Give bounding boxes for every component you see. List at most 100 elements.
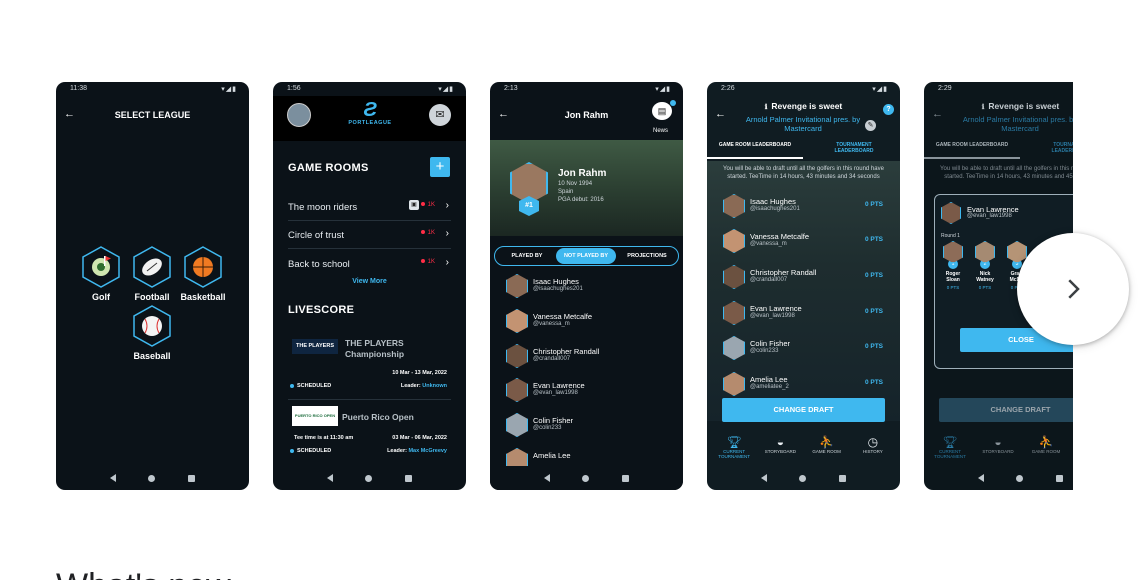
nav-recents-icon[interactable] (1055, 474, 1063, 482)
nav-home-icon[interactable] (799, 474, 807, 482)
golfer-points: 0 PTS (978, 285, 992, 290)
leaderboard-row[interactable]: Evan Lawrence @evan_law1998 0 PTS (723, 301, 883, 333)
nav-recents-icon[interactable] (404, 474, 412, 482)
baseball-icon[interactable] (133, 305, 171, 347)
list-item[interactable]: Isaac Hughes @isaachughes201 (506, 274, 666, 306)
game-room-item[interactable]: The moon riders ▣ 1K › (288, 193, 451, 221)
user-points: 0 PTS (864, 343, 883, 350)
android-nav-bar (490, 466, 683, 490)
screenshot-strip[interactable]: 11:38 ▾◢▮ ← SELECT LEAGUE Golf Football B… (56, 82, 1073, 490)
tab-storyboard[interactable]: ◒ STORYBOARD (760, 435, 800, 454)
nav-back-icon[interactable] (327, 474, 334, 482)
game-rooms-title: GAME ROOMS (288, 162, 369, 174)
carousel-next-button[interactable] (1017, 233, 1129, 345)
livescore-title: LIVESCORE (288, 304, 355, 316)
bottom-tab-bar: 🏆︎ CURRENT TOURNAMENT ◒ STORYBOARD ⛹ GAME R… (707, 429, 900, 463)
room-members: 1K (420, 259, 435, 265)
user-name: Amelia Lee (750, 375, 788, 384)
tab-tournament-leaderboard[interactable]: TOURNAMENT LEADERBOARD (823, 139, 885, 159)
round-label: Round 1 (941, 233, 960, 239)
filter-not-played-by[interactable]: NOT PLAYED BY (556, 248, 616, 264)
nav-recents-icon[interactable] (621, 474, 629, 482)
game-room-item[interactable]: Circle of trust 1K › (288, 221, 451, 249)
nav-home-icon[interactable] (1016, 474, 1024, 482)
event-leader: Leader: Unknown (400, 383, 447, 389)
nav-home-icon[interactable] (582, 474, 590, 482)
event-card[interactable]: PUERTO RICO OPEN Puerto Rico Open Tee ti… (288, 400, 451, 462)
info-icon: ℹ (981, 104, 985, 111)
view-more-link[interactable]: View More (273, 278, 466, 285)
mail-icon[interactable]: ✉ (429, 104, 451, 126)
avatar (506, 309, 528, 333)
cap-icon: ◒ (776, 435, 784, 449)
screenshot-player-profile[interactable]: 2:13 ▾◢▮ ← Jon Rahm ▤ News #1 Jon Rahm 10… (490, 82, 683, 490)
user-name: Amelia Lee (533, 451, 571, 460)
golfer-name: Roger Sloan (945, 271, 961, 283)
nav-home-icon[interactable] (365, 474, 373, 482)
section-heading: What's new (56, 567, 231, 580)
screenshot-leaderboard[interactable]: 2:26 ▾◢▮ ← ℹ Revenge is sweet ? Arnold Pal… (707, 82, 900, 490)
screenshot-select-league[interactable]: 11:38 ▾◢▮ ← SELECT LEAGUE Golf Football B… (56, 82, 249, 490)
status-bar: 2:26 ▾◢▮ (707, 82, 900, 96)
nav-recents-icon[interactable] (187, 474, 195, 482)
status-time: 2:29 (938, 85, 952, 92)
leaderboard-row[interactable]: Christopher Randall @crandall007 0 PTS (723, 265, 883, 297)
league-label-basketball: Basketball (180, 292, 226, 302)
tab-game-room-leaderboard[interactable]: GAME ROOM LEADERBOARD (707, 139, 803, 159)
tab-current-tournament[interactable]: 🏆︎ CURRENT TOURNAMENT (714, 435, 754, 459)
nav-back-icon[interactable] (978, 474, 985, 482)
event-card[interactable]: THE PLAYERS THE PLAYERS Championship 10 … (288, 330, 451, 400)
status-bar: 1:56 ▾◢▮ (273, 82, 466, 96)
tab-game-room[interactable]: ⛹ GAME ROOM (807, 435, 847, 454)
golf-icon[interactable] (82, 246, 120, 288)
nav-home-icon[interactable] (148, 474, 156, 482)
user-handle: @isaachughes201 (750, 206, 800, 212)
game-room-item[interactable]: Back to school 1K › (288, 250, 451, 278)
list-item[interactable]: Colin Fisher @colin233 (506, 413, 666, 445)
tab-current-tournament[interactable]: 🏆︎ CURRENT TOURNAMENT (930, 435, 970, 459)
golfer-card[interactable]: 1 Roger Sloan 0 PTS (941, 241, 965, 290)
list-item[interactable]: Amelia Lee (506, 448, 666, 466)
leaderboard-row[interactable]: Vanessa Metcalfe @vanessa_m 0 PTS (723, 229, 883, 261)
tab-history[interactable]: ◷ HISTORY (853, 435, 893, 454)
golfer-points: 0 PTS (946, 285, 960, 290)
add-room-icon[interactable]: + (430, 157, 450, 177)
edit-icon[interactable]: ✎ (865, 120, 876, 131)
list-item[interactable]: Christopher Randall @crandall007 (506, 344, 666, 376)
screenshot-home[interactable]: 1:56 ▾◢▮ Ƨ PORTLEAGUE ✉ GAME ROOMS + The … (273, 82, 466, 490)
event-tee-time: Tee time is at 11:30 am (294, 435, 354, 441)
tab-game-room[interactable]: ⛹ GAME ROOM (1026, 435, 1066, 454)
list-item[interactable]: Evan Lawrence @evan_law1998 (506, 378, 666, 410)
nav-recents-icon[interactable] (838, 474, 846, 482)
news-label: News (653, 128, 669, 134)
notification-icon: ▣ (409, 200, 419, 210)
avatar[interactable] (287, 103, 311, 127)
change-draft-button[interactable]: CHANGE DRAFT (722, 398, 885, 422)
nav-back-icon[interactable] (544, 474, 551, 482)
user-handle: @vanessa_m (750, 241, 787, 247)
tab-game-room-leaderboard[interactable]: GAME ROOM LEADERBOARD (924, 139, 1020, 159)
leaderboard-row[interactable]: Isaac Hughes @isaachughes201 0 PTS (723, 194, 883, 226)
filter-projections[interactable]: PROJECTIONS (618, 248, 676, 264)
android-nav-bar (56, 466, 249, 490)
change-draft-button[interactable]: CHANGE DRAFT (939, 398, 1073, 422)
golfer-card[interactable]: 2 Nick Watney 0 PTS (973, 241, 997, 290)
leaderboard-row[interactable]: Colin Fisher @colin233 0 PTS (723, 336, 883, 368)
basketball-icon[interactable] (184, 246, 222, 288)
football-icon[interactable] (133, 246, 171, 288)
help-icon[interactable]: ? (883, 104, 894, 115)
avatar (506, 274, 528, 298)
tab-storyboard[interactable]: ◒ STORYBOARD (978, 435, 1018, 454)
list-item[interactable]: Vanessa Metcalfe @vanessa_m (506, 309, 666, 341)
trophy-icon: 🏆︎ (726, 435, 742, 449)
filter-played-by[interactable]: PLAYED BY (498, 248, 556, 264)
nav-back-icon[interactable] (110, 474, 117, 482)
news-icon[interactable]: ▤ (652, 102, 672, 120)
tab-tournament-leaderboard[interactable]: TOURNAMENT LEADERBOARD (1040, 139, 1073, 159)
user-handle: @ameliatee_2 (750, 384, 789, 390)
event-dates: 03 Mar - 06 Mar, 2022 (392, 435, 447, 441)
nav-back-icon[interactable] (761, 474, 768, 482)
android-nav-bar (924, 466, 1073, 490)
player-country: Spain (558, 189, 574, 195)
brand-logo: Ƨ PORTLEAGUE (343, 100, 397, 130)
